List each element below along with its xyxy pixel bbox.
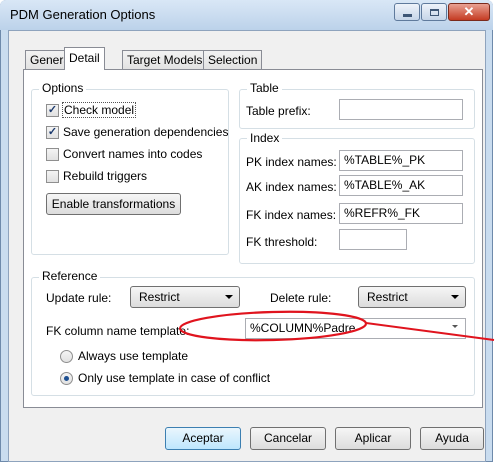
tab-selection[interactable]: Selection bbox=[203, 50, 263, 69]
apply-button[interactable]: Aplicar bbox=[335, 427, 411, 450]
tab-detail[interactable]: Detail bbox=[64, 47, 105, 70]
fk-index-names-label: FK index names: bbox=[246, 208, 337, 222]
update-rule-value: Restrict bbox=[139, 290, 180, 304]
button-label: Aplicar bbox=[354, 431, 392, 445]
delete-rule-value: Restrict bbox=[367, 290, 408, 304]
update-rule-select[interactable]: Restrict bbox=[130, 286, 240, 308]
check-model-checkbox[interactable]: ✓ bbox=[46, 104, 59, 117]
fk-column-template-label: FK column name template: bbox=[46, 324, 190, 338]
table-prefix-label: Table prefix: bbox=[246, 104, 311, 118]
save-dependencies-checkbox[interactable]: ✓ bbox=[46, 126, 59, 139]
tab-label: Selection bbox=[208, 53, 258, 67]
button-label: Aceptar bbox=[182, 431, 224, 445]
close-button[interactable]: ✕ bbox=[448, 3, 490, 21]
maximize-icon bbox=[429, 8, 439, 16]
fk-threshold-input[interactable] bbox=[339, 229, 407, 250]
table-group-title: Table bbox=[247, 81, 282, 95]
table-prefix-input[interactable] bbox=[339, 99, 463, 120]
button-label: Cancelar bbox=[263, 431, 313, 445]
annotation-highlight bbox=[178, 310, 495, 342]
ak-index-names-input[interactable]: %TABLE%_AK bbox=[339, 175, 463, 196]
fk-index-names-input[interactable]: %REFR%_FK bbox=[339, 203, 463, 224]
save-dependencies-label: Save generation dependencies bbox=[63, 125, 229, 139]
window-title: PDM Generation Options bbox=[10, 7, 156, 22]
always-use-template-label: Always use template bbox=[78, 349, 189, 363]
checkmark-icon: ✓ bbox=[47, 126, 58, 138]
reference-group-title: Reference bbox=[39, 269, 101, 283]
radio-selected-dot bbox=[64, 376, 69, 381]
only-conflict-label: Only use template in case of conflict bbox=[78, 371, 271, 385]
close-icon: ✕ bbox=[463, 4, 475, 19]
pk-index-names-input[interactable]: %TABLE%_PK bbox=[339, 150, 463, 171]
chevron-down-icon bbox=[451, 295, 459, 299]
delete-rule-select[interactable]: Restrict bbox=[358, 286, 466, 308]
index-group-title: Index bbox=[247, 131, 283, 145]
delete-rule-label: Delete rule: bbox=[270, 291, 332, 305]
title-bar[interactable]: PDM Generation Options ✕ bbox=[0, 0, 493, 30]
cancel-button[interactable]: Cancelar bbox=[250, 427, 326, 450]
rebuild-triggers-checkbox[interactable] bbox=[46, 170, 59, 183]
chevron-down-icon bbox=[225, 295, 233, 299]
options-group-title: Options bbox=[39, 81, 87, 95]
convert-names-label: Convert names into codes bbox=[63, 147, 203, 161]
enable-transformations-button[interactable]: Enable transformations bbox=[46, 193, 181, 215]
tab-label: Detail bbox=[69, 51, 100, 65]
maximize-button[interactable] bbox=[421, 3, 447, 21]
check-model-label: Check model bbox=[61, 102, 137, 118]
checkmark-icon: ✓ bbox=[47, 104, 58, 116]
annotation-arrow-line bbox=[365, 322, 495, 341]
update-rule-label: Update rule: bbox=[46, 291, 112, 305]
pk-index-names-label: PK index names: bbox=[246, 155, 337, 169]
button-label: Enable transformations bbox=[51, 197, 176, 211]
fk-threshold-label: FK threshold: bbox=[246, 235, 318, 249]
accept-button[interactable]: Aceptar bbox=[165, 427, 241, 450]
minimize-icon bbox=[402, 13, 412, 17]
button-label: Ayuda bbox=[435, 431, 469, 445]
only-conflict-radio[interactable] bbox=[60, 372, 73, 385]
tab-target-models[interactable]: Target Models bbox=[122, 50, 208, 69]
convert-names-checkbox[interactable] bbox=[46, 148, 59, 161]
annotation-ellipse bbox=[178, 310, 368, 342]
tab-label: Target Models bbox=[127, 53, 203, 67]
always-use-template-radio[interactable] bbox=[60, 350, 73, 363]
rebuild-triggers-label: Rebuild triggers bbox=[63, 169, 148, 183]
minimize-button[interactable] bbox=[394, 3, 420, 21]
ak-index-names-label: AK index names: bbox=[246, 180, 337, 194]
help-button[interactable]: Ayuda bbox=[420, 427, 484, 450]
